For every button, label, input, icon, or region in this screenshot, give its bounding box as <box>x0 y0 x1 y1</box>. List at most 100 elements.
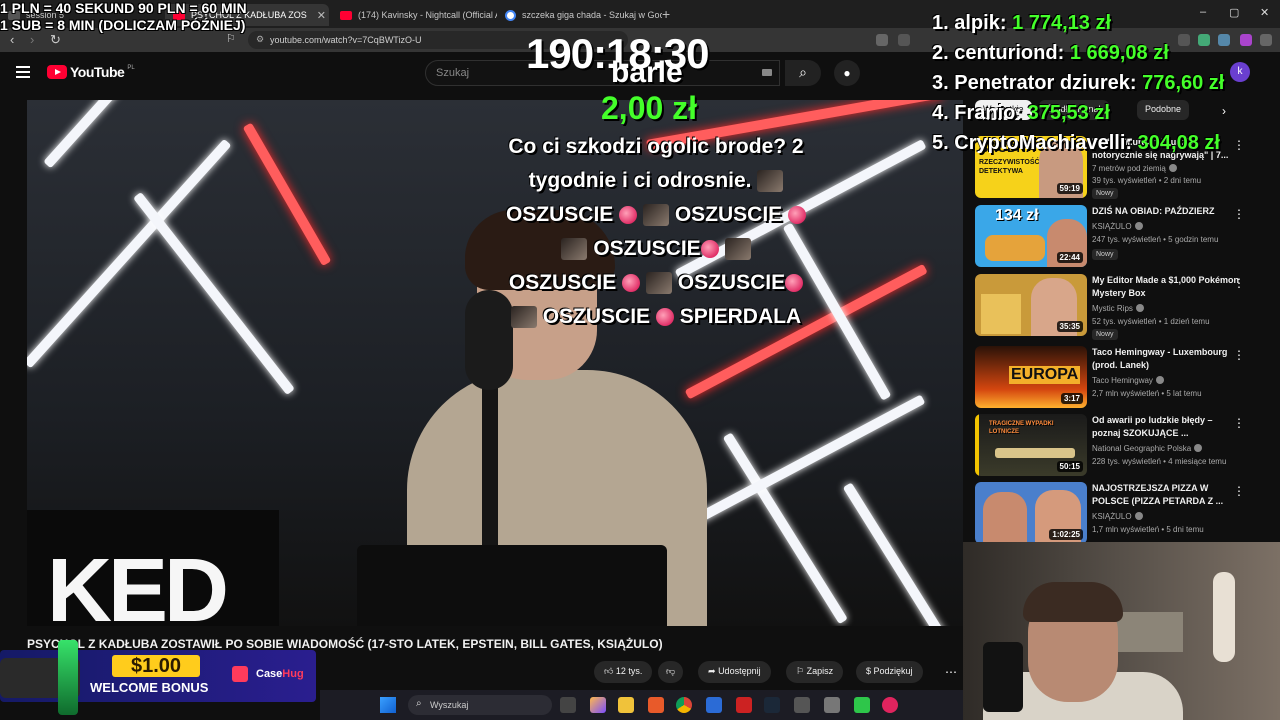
channel-name[interactable]: KSIĄŻULO <box>1092 222 1143 231</box>
copilot-icon[interactable] <box>590 697 606 713</box>
video-thumbnail[interactable]: TRAGICZNE WYPADKI LOTNICZE 50:15 <box>975 414 1087 476</box>
back-icon[interactable]: ‹ <box>10 32 14 47</box>
tab-kavinsky[interactable]: (174) Kavinsky - Nightcall (Official Au <box>332 4 497 26</box>
spam-word: OSZUSCIE <box>508 271 617 294</box>
channel-name[interactable]: KSIĄŻULO <box>1092 512 1143 521</box>
leaderboard-name: Franio: <box>954 102 1023 124</box>
spam-word: OSZUSCIE <box>542 305 651 328</box>
more-options-icon[interactable]: ⋮ <box>1233 276 1245 290</box>
more-actions-icon[interactable]: ⋯ <box>945 665 957 679</box>
recommendation-title[interactable]: Taco Hemingway - Luxembourg (prod. Lanek… <box>1092 346 1242 372</box>
windows-start-icon[interactable] <box>380 697 396 713</box>
recommendation-title[interactable]: Od awarii po ludzkie błędy – poznaj SZOK… <box>1092 414 1242 440</box>
light-beam <box>722 432 848 625</box>
laptop <box>357 545 667 626</box>
dislike-button[interactable]: 👎︎ <box>658 661 684 683</box>
recommendation-title[interactable]: DZIŚ NA OBIAD: PAŹDZIERZ <box>1092 205 1242 218</box>
more-options-icon[interactable]: ⋮ <box>1233 484 1245 498</box>
thanks-button[interactable]: $ Podziękuj <box>856 661 923 683</box>
forward-icon[interactable]: › <box>30 32 34 47</box>
video-thumbnail[interactable]: 134 zł 22:44 <box>975 205 1087 267</box>
app-icon[interactable] <box>794 697 810 713</box>
menu-icon[interactable] <box>1260 34 1272 46</box>
light-beam <box>133 191 295 396</box>
share-icon[interactable] <box>898 34 910 46</box>
steam-icon[interactable] <box>764 697 780 713</box>
chrome-icon[interactable] <box>676 697 692 713</box>
donor-name: barle <box>611 56 683 89</box>
close-tab-icon[interactable]: ✕ <box>317 9 326 22</box>
app-icon[interactable] <box>824 697 840 713</box>
thumbs-up-icon: 👍︎ <box>604 666 614 676</box>
keyboard-icon[interactable] <box>762 69 772 76</box>
channel-label: National Geographic Polska <box>1092 444 1192 453</box>
webcam-background-person <box>1213 572 1235 662</box>
recommendation-title[interactable]: My Editor Made a $1,000 Pokémon Mystery … <box>1092 274 1242 300</box>
video-thumbnail[interactable]: EUROPA 3:17 <box>975 346 1087 408</box>
studio-sign-text: KED <box>47 541 229 626</box>
app-icon[interactable] <box>736 697 752 713</box>
webcam-microphone <box>983 642 1023 712</box>
maximize-button[interactable]: ▢ <box>1229 6 1239 19</box>
leaderboard-row: 5. CryptoMachiavelli: 304,08 zł <box>932 128 1224 158</box>
recommendation-item[interactable]: 134 zł 22:44 DZIŚ NA OBIAD: PAŹDZIERZ KS… <box>975 205 1265 267</box>
extension-icon[interactable] <box>1240 34 1252 46</box>
cast-icon[interactable] <box>876 34 888 46</box>
search-button[interactable]: ⌕ <box>785 60 821 86</box>
recommendation-meta: 2,7 mln wyświetleń • 5 lat temu <box>1092 389 1202 398</box>
recommendation-meta: 52 tys. wyświetleń • 1 dzień temu <box>1092 317 1210 326</box>
channel-name[interactable]: Mystic Rips <box>1092 304 1144 313</box>
app-icon[interactable] <box>854 697 870 713</box>
app-icon[interactable] <box>882 697 898 713</box>
recommendation-meta: 39 tys. wyświetleń • 2 dni temu <box>1092 176 1202 185</box>
verified-icon <box>1194 444 1203 452</box>
video-thumbnail[interactable]: 1:02:25 <box>975 482 1087 544</box>
tab-label: szczeka giga chada - Szukaj w Googl <box>522 10 662 20</box>
hand-emoji-icon <box>645 272 672 295</box>
recommendation-title[interactable]: NAJOSTRZEJSZA PIZZA W POLSCE (PIZZA PETA… <box>1092 482 1242 508</box>
reload-icon[interactable]: ↻ <box>50 32 61 48</box>
site-info-icon[interactable]: ⚙ <box>256 34 264 45</box>
task-view-icon[interactable] <box>560 697 576 713</box>
more-options-icon[interactable]: ⋮ <box>1233 348 1245 362</box>
youtube-logo[interactable]: YouTube PL <box>47 64 135 80</box>
share-button[interactable]: ➦ Udostępnij <box>698 661 771 683</box>
leaderboard-name: centuriond: <box>954 42 1065 64</box>
voice-search-button[interactable]: ● <box>834 60 860 86</box>
like-button[interactable]: 👍︎ 12 tys. <box>594 661 653 683</box>
recommendation-item[interactable]: EUROPA 3:17 Taco Hemingway - Luxembourg … <box>975 346 1265 408</box>
leaderboard-rank: 5. <box>932 132 949 154</box>
avatar[interactable]: k <box>1230 62 1250 82</box>
close-window-button[interactable]: ✕ <box>1260 6 1269 19</box>
recommendation-item[interactable]: TRAGICZNE WYPADKI LOTNICZE 50:15 Od awar… <box>975 414 1265 476</box>
new-tab-button[interactable]: + <box>662 6 670 22</box>
more-options-icon[interactable]: ⋮ <box>1233 138 1245 152</box>
more-options-icon[interactable]: ⋮ <box>1233 416 1245 430</box>
heart-emoji-icon <box>622 274 641 293</box>
taskbar-search-input[interactable]: ⌕ Wyszukaj <box>408 695 552 715</box>
video-thumbnail[interactable]: 35:35 <box>975 274 1087 336</box>
file-explorer-icon[interactable] <box>618 697 634 713</box>
channel-name[interactable]: National Geographic Polska <box>1092 444 1203 453</box>
recommendation-item[interactable]: 1:02:25 NAJOSTRZEJSZA PIZZA W POLSCE (PI… <box>975 482 1265 544</box>
thumbnail-text: 134 zł <box>995 207 1039 224</box>
tab-google-search[interactable]: szczeka giga chada - Szukaj w Googl <box>497 4 662 26</box>
verified-icon <box>1134 222 1143 230</box>
channel-name[interactable]: Taco Hemingway <box>1092 376 1164 385</box>
spam-word: OSZUSCIE <box>674 203 783 226</box>
thumbnail-text: TRAGICZNE WYPADKI LOTNICZE <box>989 421 1054 435</box>
casehug-ad-overlay[interactable]: $1.00 WELCOME BONUS CaseHug <box>0 630 318 720</box>
save-button[interactable]: ⚐ Zapisz <box>786 661 844 683</box>
verified-icon <box>1168 164 1177 172</box>
brave-browser-icon[interactable] <box>648 697 664 713</box>
hand-emoji-icon <box>643 204 669 227</box>
ad-bonus-text: WELCOME BONUS <box>90 680 209 695</box>
store-icon[interactable] <box>706 697 722 713</box>
more-options-icon[interactable]: ⋮ <box>1233 207 1245 221</box>
channel-name[interactable]: 7 metrów pod ziemią <box>1092 164 1177 173</box>
save-label: Zapisz <box>806 666 834 676</box>
leaderboard-rank: 2. <box>932 42 949 64</box>
hamburger-menu-icon[interactable] <box>16 66 30 78</box>
leaderboard-name: Penetrator dziurek: <box>954 72 1137 94</box>
recommendation-item[interactable]: 35:35 My Editor Made a $1,000 Pokémon My… <box>975 274 1265 340</box>
